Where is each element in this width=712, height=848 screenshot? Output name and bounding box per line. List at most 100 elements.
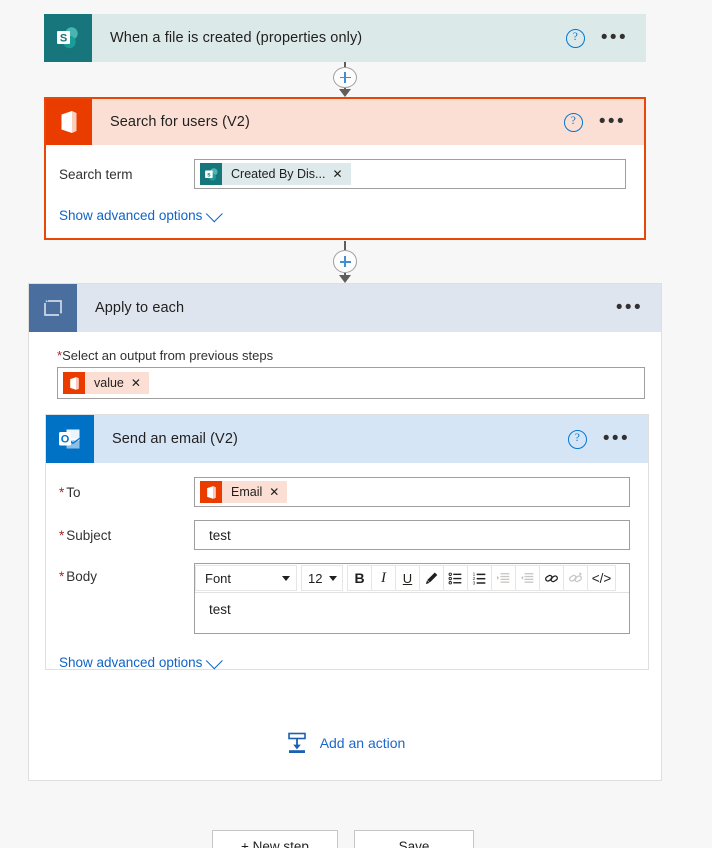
token-label: Email — [231, 485, 263, 499]
action-card-send-an-email[interactable]: O Send an email (V2) ? ••• * To Email ✕ … — [45, 414, 649, 670]
trigger-card-actions: ? ••• — [565, 28, 646, 48]
send-email-card-header[interactable]: O Send an email (V2) ? ••• — [46, 415, 648, 463]
more-options-icon[interactable]: ••• — [616, 298, 643, 317]
connector-arrow — [339, 89, 351, 97]
search-users-card-body: Search term s Created By Dis... ✕ Show a… — [46, 159, 644, 225]
more-options-icon[interactable]: ••• — [599, 112, 626, 131]
search-term-label: Search term — [59, 166, 133, 182]
add-an-action-label: Add an action — [319, 735, 406, 751]
new-step-label: + New step — [241, 838, 309, 848]
italic-icon[interactable]: I — [371, 565, 396, 591]
font-size-select[interactable]: 12 — [301, 565, 343, 591]
body-label: * Body — [46, 563, 194, 584]
chevron-down-icon — [206, 204, 224, 222]
svg-text:S: S — [60, 32, 67, 44]
send-email-card-body: * To Email ✕ * Subject test * Body Font … — [46, 477, 648, 672]
search-term-input[interactable]: s Created By Dis... ✕ — [194, 159, 626, 189]
token-chip-email[interactable]: Email ✕ — [200, 481, 288, 503]
token-remove-icon[interactable]: ✕ — [269, 485, 287, 499]
body-field-row: * Body Font 12 B I U 1 2 3 </> test — [46, 563, 648, 634]
send-email-card-title: Send an email (V2) — [112, 431, 238, 447]
chevron-down-icon — [329, 575, 337, 581]
bulleted-list-icon[interactable] — [443, 565, 468, 591]
font-family-select[interactable]: Font — [195, 565, 297, 591]
subject-label: * Subject — [46, 528, 194, 543]
to-label-text: To — [66, 484, 81, 500]
search-users-card-header[interactable]: Search for users (V2) ? ••• — [46, 99, 644, 145]
action-card-search-for-users[interactable]: Search for users (V2) ? ••• Search term — [44, 97, 646, 240]
chevron-down-icon — [282, 575, 290, 581]
save-button[interactable]: Save — [354, 830, 474, 848]
svg-text:s: s — [207, 171, 211, 178]
loop-icon — [29, 284, 77, 332]
token-remove-icon[interactable]: ✕ — [332, 167, 350, 181]
help-icon[interactable]: ? — [567, 429, 587, 449]
font-size-value: 12 — [308, 570, 323, 586]
rte-toolbar: Font 12 B I U 1 2 3 </> — [195, 564, 629, 593]
subject-label-text: Subject — [66, 527, 112, 543]
office365-users-icon — [200, 481, 222, 503]
more-options-icon[interactable]: ••• — [603, 429, 630, 448]
apply-to-each-title: Apply to each — [95, 300, 185, 316]
office365-users-icon — [63, 372, 85, 394]
to-field-row: * To Email ✕ — [46, 477, 648, 507]
show-advanced-options-label: Show advanced options — [59, 655, 203, 670]
connector-trigger-to-search — [328, 62, 362, 97]
token-label: value — [94, 376, 124, 390]
connector-line — [344, 241, 346, 251]
token-chip-created-by-display-name[interactable]: s Created By Dis... ✕ — [200, 163, 351, 185]
apply-to-each-body: *Select an output from previous steps va… — [29, 348, 661, 399]
body-rich-text-editor[interactable]: Font 12 B I U 1 2 3 </> test — [194, 563, 630, 634]
select-output-label: *Select an output from previous steps — [57, 348, 645, 363]
send-email-show-advanced-options[interactable]: Show advanced options — [59, 651, 224, 670]
outlook-icon: O — [46, 415, 94, 463]
trigger-card-when-a-file-is-created[interactable]: S When a file is created (properties onl… — [44, 14, 646, 62]
more-options-icon[interactable]: ••• — [601, 28, 628, 47]
search-users-show-advanced-options[interactable]: Show advanced options — [59, 204, 224, 223]
required-mark: * — [59, 569, 65, 584]
token-remove-icon[interactable]: ✕ — [131, 376, 149, 390]
select-output-input[interactable]: value ✕ — [57, 367, 645, 399]
subject-input[interactable]: test — [194, 520, 630, 550]
search-term-field-row: Search term s Created By Dis... ✕ — [46, 159, 644, 189]
svg-text:3: 3 — [473, 580, 476, 585]
sharepoint-icon: S — [44, 14, 92, 62]
trigger-card-header[interactable]: S When a file is created (properties onl… — [44, 14, 646, 62]
help-icon[interactable]: ? — [563, 112, 583, 132]
action-card-apply-to-each[interactable]: Apply to each ••• *Select an output from… — [28, 283, 662, 781]
help-icon[interactable]: ? — [565, 28, 585, 48]
unlink-icon — [563, 565, 588, 591]
code-view-glyph: </> — [591, 570, 612, 586]
bold-icon[interactable]: B — [347, 565, 372, 591]
new-step-button[interactable]: + New step — [212, 830, 338, 848]
outdent-icon — [515, 565, 540, 591]
token-chip-value[interactable]: value ✕ — [63, 372, 149, 394]
add-an-action-button[interactable]: Add an action — [29, 731, 661, 755]
code-view-icon[interactable]: </> — [587, 565, 616, 591]
search-users-card-title: Search for users (V2) — [110, 114, 250, 130]
numbered-list-icon[interactable]: 1 2 3 — [467, 565, 492, 591]
body-textarea[interactable]: test — [195, 593, 629, 633]
text-color-icon[interactable] — [419, 565, 444, 591]
svg-text:O: O — [61, 434, 70, 446]
to-input[interactable]: Email ✕ — [194, 477, 630, 507]
show-advanced-options-label: Show advanced options — [59, 208, 203, 223]
subject-value: test — [209, 527, 231, 543]
insert-step-button[interactable] — [333, 67, 357, 89]
to-label: * To — [46, 485, 194, 500]
connector-search-to-apply — [328, 241, 362, 283]
flow-designer-canvas: S When a file is created (properties onl… — [0, 0, 712, 848]
subject-field-row: * Subject test — [46, 520, 648, 550]
body-label-text: Body — [66, 569, 98, 584]
link-icon[interactable] — [539, 565, 564, 591]
apply-to-each-header[interactable]: Apply to each ••• — [29, 284, 661, 332]
send-email-card-actions: ? ••• — [567, 429, 648, 449]
insert-step-button[interactable] — [333, 250, 357, 274]
required-mark: * — [59, 527, 65, 543]
required-mark: * — [59, 484, 65, 500]
underline-icon[interactable]: U — [395, 565, 420, 591]
token-label: Created By Dis... — [231, 167, 326, 181]
trigger-card-title: When a file is created (properties only) — [110, 30, 363, 46]
select-output-label-text: Select an output from previous steps — [62, 348, 274, 363]
office365-users-icon — [46, 99, 92, 145]
